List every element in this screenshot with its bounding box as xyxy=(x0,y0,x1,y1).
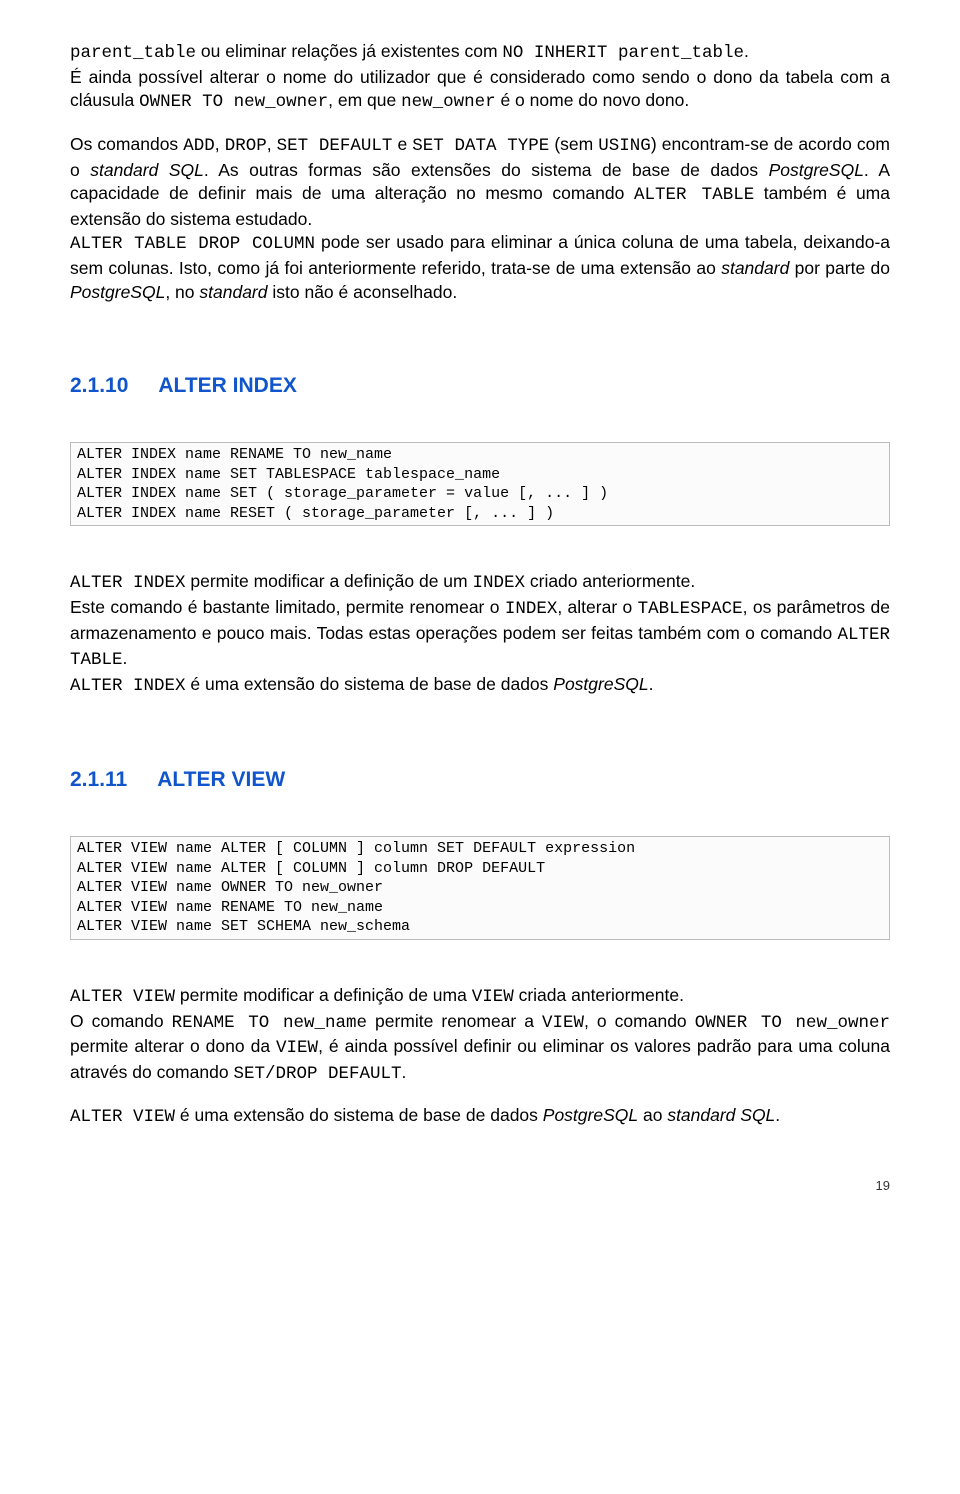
text-run: , o comando xyxy=(584,1011,695,1031)
code-inline: SET/DROP DEFAULT xyxy=(233,1064,401,1084)
paragraph-1: parent_table ou eliminar relações já exi… xyxy=(70,40,890,66)
italic-run: PostgreSQL xyxy=(543,1105,638,1125)
code-inline: TABLESPACE xyxy=(638,599,743,619)
code-block-alter-view: ALTER VIEW name ALTER [ COLUMN ] column … xyxy=(70,836,890,940)
code-inline: USING xyxy=(598,136,651,156)
paragraph-10: ALTER VIEW é uma extensão do sistema de … xyxy=(70,1104,890,1130)
text-run: (sem xyxy=(549,134,598,154)
section-title: ALTER INDEX xyxy=(158,374,296,397)
text-run: é uma extensão do sistema de base de dad… xyxy=(186,674,554,694)
code-inline: SET DEFAULT xyxy=(277,136,393,156)
text-run: criada anteriormente. xyxy=(514,985,684,1005)
italic-run: PostgreSQL xyxy=(70,282,165,302)
section-number: 2.1.11 xyxy=(70,768,127,792)
code-inline: ADD xyxy=(183,136,215,156)
paragraph-8: ALTER VIEW permite modificar a definição… xyxy=(70,984,890,1010)
text-run: por parte do xyxy=(789,258,890,278)
text-run: , no xyxy=(165,282,199,302)
text-run: e xyxy=(392,134,412,154)
section-number: 2.1.10 xyxy=(70,374,128,398)
italic-run: standard SQL xyxy=(667,1105,775,1125)
text-run: permite renomear a xyxy=(367,1011,542,1031)
italic-run: PostgreSQL xyxy=(769,160,864,180)
text-run: é o nome do novo dono. xyxy=(496,90,690,110)
code-inline: new_owner xyxy=(401,92,496,112)
code-inline: NO INHERIT parent_table xyxy=(502,43,744,63)
text-run: . As outras formas são extensões do sist… xyxy=(204,160,769,180)
paragraph-9: O comando RENAME TO new_name permite ren… xyxy=(70,1010,890,1087)
code-block-alter-index: ALTER INDEX name RENAME TO new_name ALTE… xyxy=(70,442,890,526)
italic-run: standard xyxy=(721,258,789,278)
text-run: . xyxy=(401,1062,406,1082)
text-run: ou eliminar relações já existentes com xyxy=(196,41,502,61)
text-run: isto não é aconselhado. xyxy=(268,282,458,302)
text-run: Este comando é bastante limitado, permit… xyxy=(70,597,505,617)
paragraph-7: ALTER INDEX é uma extensão do sistema de… xyxy=(70,673,890,699)
code-inline: DROP xyxy=(225,136,267,156)
paragraph-4: ALTER TABLE DROP COLUMN pode ser usado p… xyxy=(70,231,890,304)
text-run: permite modificar a definição de uma xyxy=(175,985,472,1005)
page-number: 19 xyxy=(70,1178,890,1193)
code-inline: parent_table xyxy=(70,43,196,63)
italic-run: standard xyxy=(199,282,267,302)
text-run: . xyxy=(744,41,749,61)
text-run: , xyxy=(215,134,225,154)
text-run: . xyxy=(775,1105,780,1125)
code-inline: ALTER TABLE xyxy=(634,185,754,205)
paragraph-5: ALTER INDEX permite modificar a definiçã… xyxy=(70,570,890,596)
code-inline: INDEX xyxy=(472,573,525,593)
paragraph-6: Este comando é bastante limitado, permit… xyxy=(70,596,890,673)
code-inline: INDEX xyxy=(505,599,558,619)
paragraph-3: Os comandos ADD, DROP, SET DEFAULT e SET… xyxy=(70,133,890,232)
text-run: , xyxy=(267,134,277,154)
code-inline: ALTER TABLE DROP COLUMN xyxy=(70,234,315,254)
code-inline: VIEW xyxy=(276,1038,318,1058)
code-inline: RENAME TO new_name xyxy=(172,1013,367,1033)
text-run: . xyxy=(123,648,128,668)
text-run: . xyxy=(649,674,654,694)
code-inline: VIEW xyxy=(472,987,514,1007)
text-run: , alterar o xyxy=(557,597,637,617)
text-run: , em que xyxy=(328,90,401,110)
page: parent_table ou eliminar relações já exi… xyxy=(0,0,960,1223)
code-inline: ALTER VIEW xyxy=(70,987,175,1007)
text-run: criado anteriormente. xyxy=(525,571,695,591)
code-inline: ALTER VIEW xyxy=(70,1107,175,1127)
text-run: é uma extensão do sistema de base de dad… xyxy=(175,1105,543,1125)
code-inline: OWNER TO new_owner xyxy=(695,1013,890,1033)
code-inline: VIEW xyxy=(542,1013,584,1033)
text-run: permite alterar o dono da xyxy=(70,1036,276,1056)
section-heading-alter-view: 2.1.11 ALTER VIEW xyxy=(70,768,890,792)
code-inline: OWNER TO new_owner xyxy=(139,92,328,112)
paragraph-2: É ainda possível alterar o nome do utili… xyxy=(70,66,890,115)
text-run: Os comandos xyxy=(70,134,183,154)
section-title: ALTER VIEW xyxy=(157,768,285,791)
code-inline: ALTER INDEX xyxy=(70,573,186,593)
section-heading-alter-index: 2.1.10 ALTER INDEX xyxy=(70,374,890,398)
text-run: permite modificar a definição de um xyxy=(186,571,473,591)
text-run: O comando xyxy=(70,1011,172,1031)
italic-run: standard SQL xyxy=(90,160,204,180)
code-inline: ALTER INDEX xyxy=(70,676,186,696)
text-run: ao xyxy=(638,1105,667,1125)
code-inline: SET DATA TYPE xyxy=(412,136,549,156)
italic-run: PostgreSQL xyxy=(553,674,648,694)
